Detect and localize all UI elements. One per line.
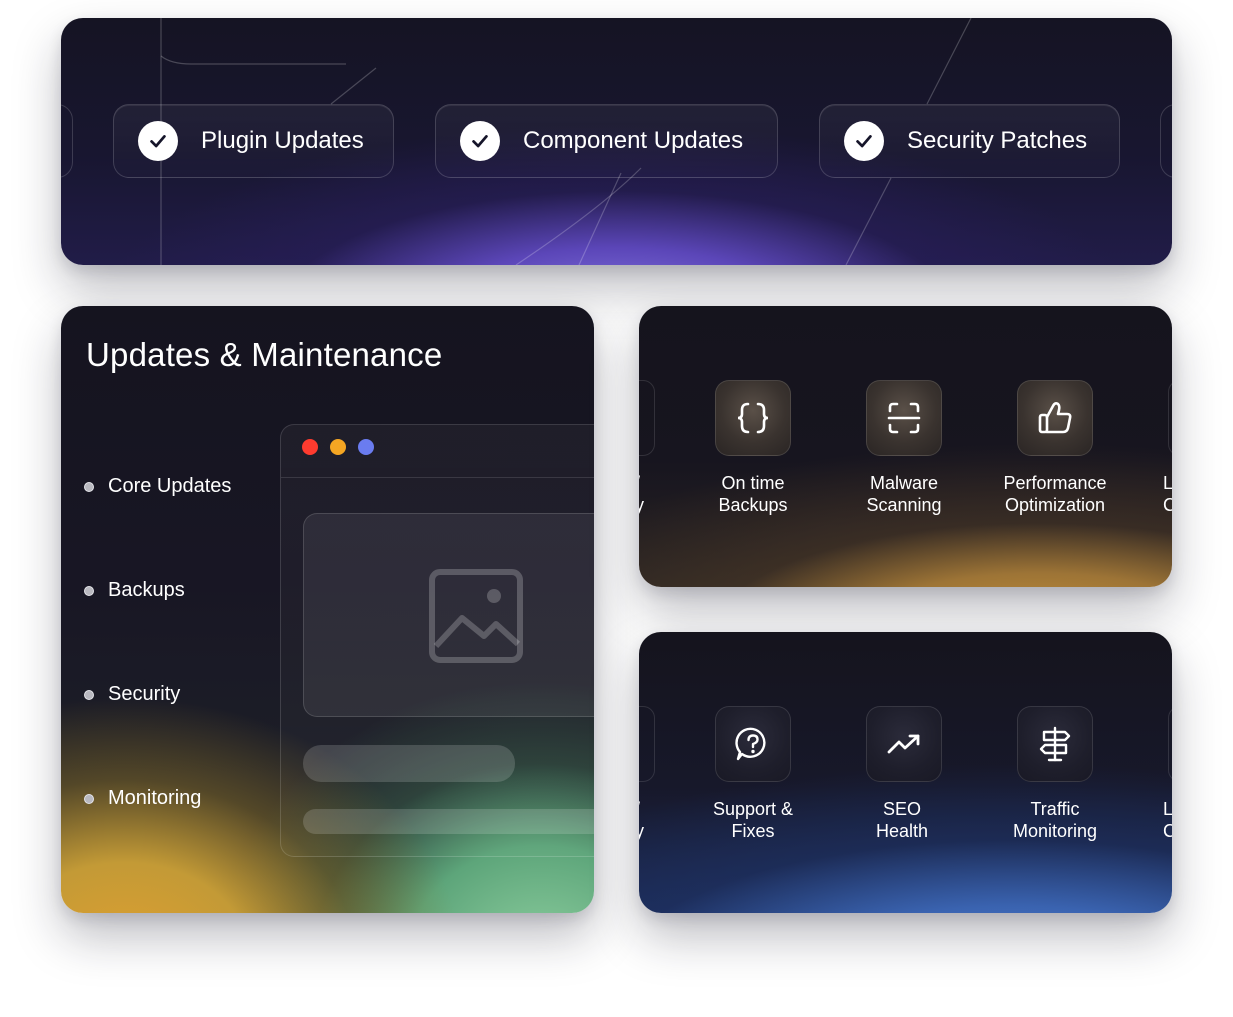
- list-item-security: Security: [84, 683, 180, 706]
- feature-label-support: Support & Fixes: [712, 799, 794, 841]
- skeleton-line: [303, 809, 594, 834]
- label-fragment-right: L C: [1163, 799, 1172, 841]
- pill-fragment-right: [1160, 104, 1172, 178]
- feature-label-performance: Performance Optimization: [1003, 473, 1107, 515]
- tile-fragment-left: [639, 706, 655, 782]
- pill-security-patches: Security Patches: [819, 104, 1120, 178]
- feature-tile-malware-scanning: [866, 380, 942, 456]
- list-item-label: Monitoring: [108, 787, 202, 809]
- window-maximize-dot: [358, 439, 374, 455]
- feature-tile-support: [715, 706, 791, 782]
- maintenance-banner: Plugin Updates Component Updates Securit…: [61, 18, 1172, 265]
- list-item-core-updates: Core Updates: [84, 475, 231, 498]
- skeleton-line: [303, 745, 515, 782]
- check-icon: [138, 121, 178, 161]
- bullet-dot: [84, 689, 94, 700]
- list-item-label: Core Updates: [108, 475, 232, 497]
- pill-plugin-updates: Plugin Updates: [113, 104, 394, 178]
- browser-window-mockup: [280, 424, 594, 857]
- bullet-dot: [84, 585, 94, 596]
- check-icon: [460, 121, 500, 161]
- feature-label-backups: On time Backups: [718, 473, 788, 515]
- scan-icon: [887, 402, 921, 434]
- label-fragment-left: / y: [639, 799, 644, 841]
- bullet-dot: [84, 481, 94, 492]
- feature-label-malware-scanning: Malware Scanning: [866, 473, 942, 515]
- check-icon: [844, 121, 884, 161]
- label-fragment-right: L C: [1163, 473, 1172, 515]
- image-placeholder: [303, 513, 594, 717]
- bullet-dot: [84, 793, 94, 804]
- list-item-label: Security: [108, 683, 181, 705]
- window-minimize-dot: [330, 439, 346, 455]
- feature-tile-traffic: [1017, 706, 1093, 782]
- feature-tile-performance: [1017, 380, 1093, 456]
- tile-fragment-right: [1168, 706, 1172, 782]
- list-item-backups: Backups: [84, 579, 185, 602]
- feature-tile-backups: [715, 380, 791, 456]
- thumbs-up-icon: [1038, 402, 1072, 434]
- list-item-monitoring: Monitoring: [84, 787, 201, 810]
- pill-label: Plugin Updates: [201, 127, 364, 154]
- window-titlebar: [281, 425, 594, 478]
- feature-label-traffic: Traffic Monitoring: [1012, 799, 1098, 841]
- braces-icon: [737, 402, 769, 434]
- tile-fragment-left: [639, 380, 655, 456]
- label-fragment-left: / y: [639, 473, 644, 515]
- feature-label-seo-health: SEO Health: [875, 799, 929, 841]
- pill-label: Security Patches: [907, 127, 1088, 154]
- tile-fragment-right: [1168, 380, 1172, 456]
- pill-component-updates: Component Updates: [435, 104, 778, 178]
- features-card-maintenance: / y On time Backups Malware Scanning: [639, 306, 1172, 587]
- feature-tile-seo-health: [866, 706, 942, 782]
- pill-label: Component Updates: [523, 127, 744, 154]
- trending-up-icon: [887, 734, 920, 754]
- card-title: Updates & Maintenance: [86, 336, 443, 373]
- help-chat-icon: [735, 727, 766, 761]
- list-item-label: Backups: [108, 579, 185, 601]
- features-card-support: / y Support & Fixes SEO Health: [639, 632, 1172, 913]
- signpost-icon: [1039, 726, 1071, 762]
- window-close-dot: [302, 439, 318, 455]
- updates-maintenance-card: Updates & Maintenance Core Updates Backu…: [61, 306, 594, 913]
- pill-fragment-left: [61, 104, 73, 178]
- image-icon: [429, 569, 523, 663]
